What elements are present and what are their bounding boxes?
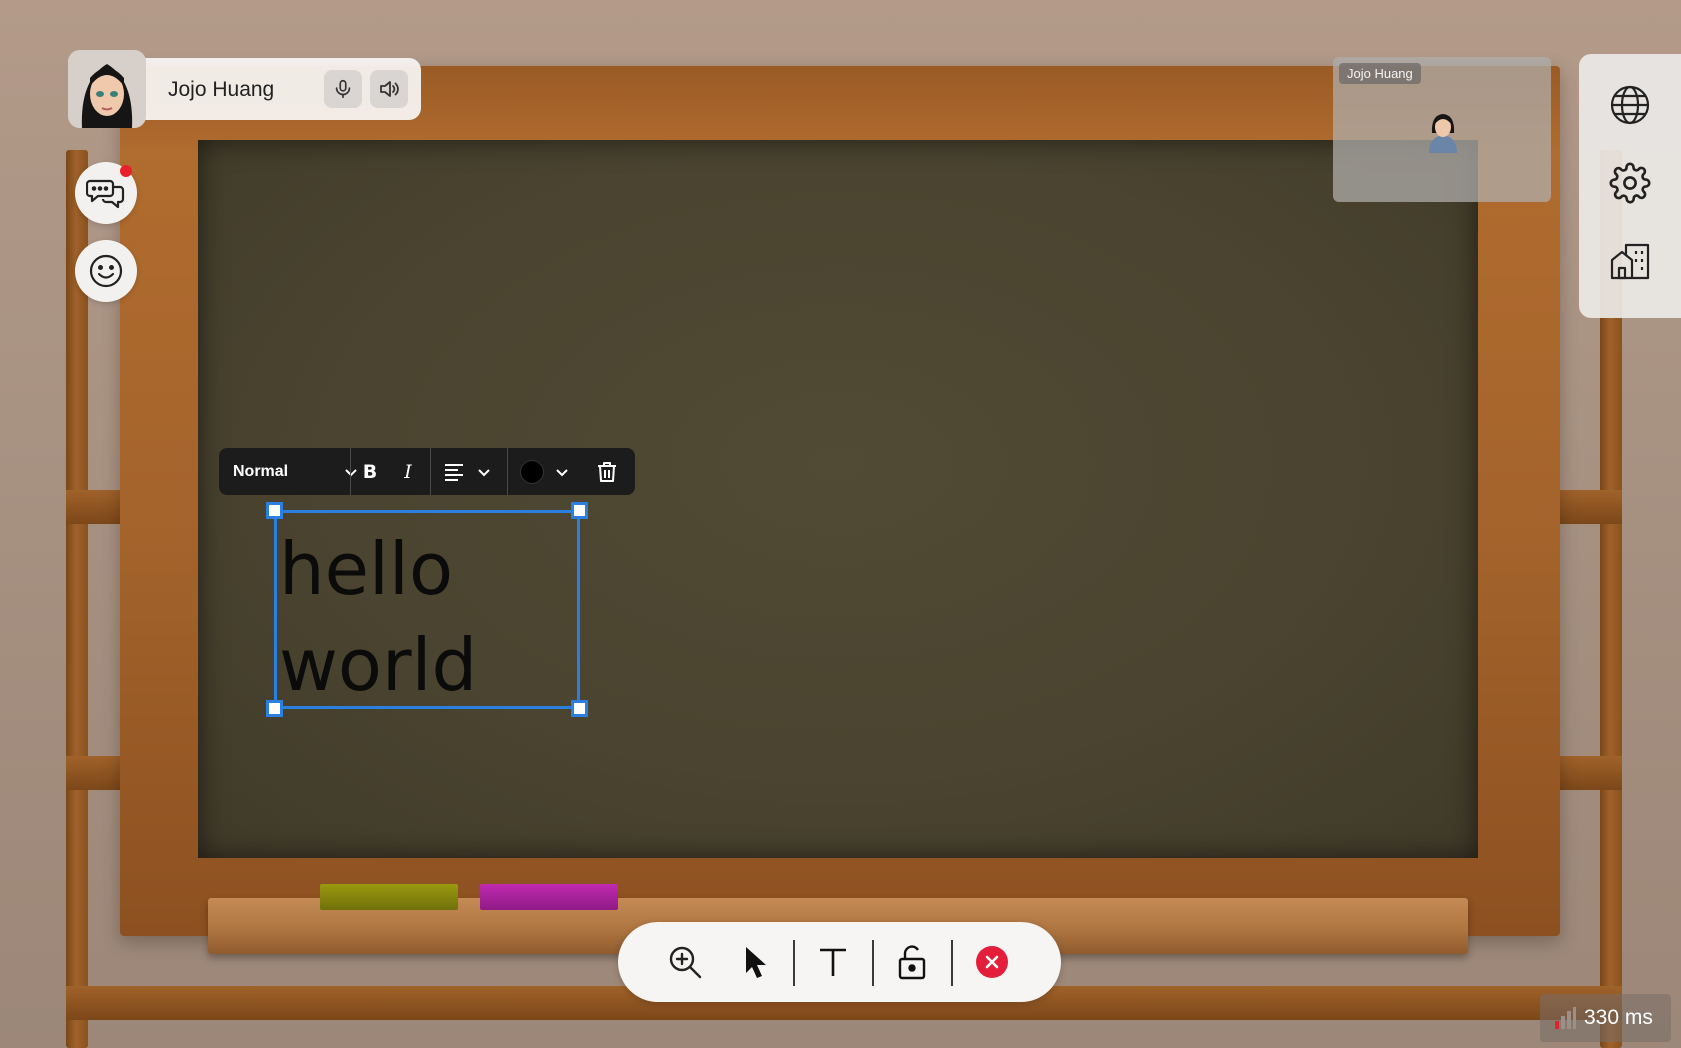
microphone-icon (335, 79, 351, 99)
user-card: Jojo Huang (68, 50, 421, 128)
signal-icon (1555, 1007, 1576, 1029)
align-dropdown[interactable] (433, 448, 503, 495)
easel-right-rail (1560, 490, 1622, 524)
text-style-label: Normal (233, 462, 289, 480)
building-icon (1610, 243, 1650, 280)
globe-icon (1610, 85, 1650, 125)
delete-button[interactable] (585, 448, 629, 495)
speaker-icon (380, 81, 399, 97)
mic-button[interactable] (324, 70, 362, 108)
divider (872, 940, 874, 986)
lock-button[interactable] (887, 937, 937, 987)
resize-handle-bottom-right[interactable] (571, 700, 588, 717)
easel-right-rail-2 (1560, 756, 1622, 790)
zoom-in-button[interactable] (660, 937, 710, 987)
divider (793, 940, 795, 986)
emoji-button[interactable] (75, 240, 137, 302)
gear-icon (1609, 162, 1651, 204)
preview-avatar (1429, 114, 1457, 153)
latency-indicator: 330 ms (1540, 994, 1671, 1042)
color-swatch (520, 459, 544, 484)
avatar[interactable] (68, 50, 146, 128)
magenta-chalk[interactable] (480, 884, 618, 910)
easel-left-rail-2 (66, 756, 126, 790)
user-name: Jojo Huang (168, 78, 275, 101)
chat-icon (86, 179, 125, 209)
align-left-icon (445, 463, 463, 481)
board-toolbar (618, 922, 1061, 1002)
yellow-chalk[interactable] (320, 884, 458, 910)
zoom-in-icon (669, 946, 702, 979)
text-tool-button[interactable] (808, 937, 858, 987)
resize-handle-bottom-left[interactable] (266, 700, 283, 717)
resize-handle-top-left[interactable] (266, 502, 283, 519)
text-style-dropdown[interactable]: Normal (233, 448, 363, 495)
notification-dot (120, 165, 132, 177)
rooms-button[interactable] (1607, 238, 1653, 284)
trash-icon (598, 461, 616, 482)
resize-handle-top-right[interactable] (571, 502, 588, 519)
chalkboard-surface[interactable] (198, 140, 1478, 858)
close-icon (976, 946, 1008, 978)
chevron-down-icon (556, 468, 568, 476)
speaker-button[interactable] (370, 70, 408, 108)
selected-text-box[interactable]: hello world (266, 502, 588, 717)
chevron-down-icon (478, 468, 490, 476)
text-box-content[interactable]: hello world (279, 521, 477, 713)
divider (507, 448, 508, 495)
unlock-icon (898, 945, 926, 980)
globe-button[interactable] (1607, 82, 1653, 128)
italic-button[interactable]: I (389, 448, 427, 495)
easel-left-rail (66, 490, 126, 524)
text-format-toolbar: Normal B I (219, 448, 635, 495)
emoji-icon (89, 254, 123, 288)
pointer-button[interactable] (730, 937, 780, 987)
close-board-button[interactable] (967, 937, 1017, 987)
right-panel (1579, 54, 1681, 318)
divider (951, 940, 953, 986)
pointer-icon (746, 947, 766, 978)
scene-3d-view[interactable]: Jojo Huang Jojo Huang Normal B I hello w… (0, 0, 1681, 1048)
text-icon (820, 948, 846, 976)
latency-value: 330 ms (1584, 1006, 1653, 1029)
divider (430, 448, 431, 495)
preview-user-label: Jojo Huang (1339, 63, 1421, 84)
settings-button[interactable] (1607, 160, 1653, 206)
color-dropdown[interactable] (511, 448, 579, 495)
bold-button[interactable]: B (351, 448, 389, 495)
chat-button[interactable] (75, 162, 137, 224)
video-preview[interactable]: Jojo Huang (1333, 57, 1551, 202)
